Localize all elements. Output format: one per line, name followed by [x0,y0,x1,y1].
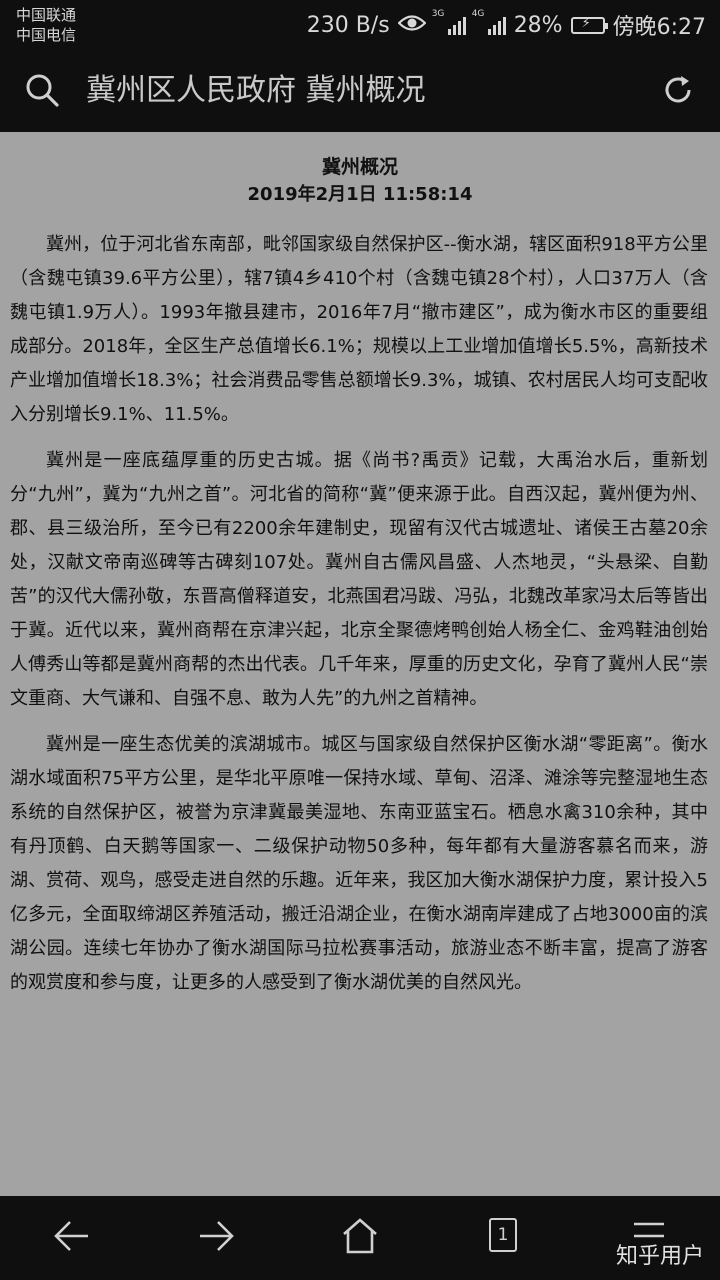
carrier-info: 中国联通 中国电信 [16,5,76,45]
battery-percent: 28% [513,12,563,38]
article-content: 冀州概况 2019年2月1日 11:58:14 冀州，位于河北省东南部，毗邻国家… [0,132,720,1196]
watermark: 知乎用户 [615,1244,704,1269]
battery-charging-icon: ⚡ [570,16,608,34]
article-paragraph: 冀州是一座生态优美的滨湖城市。城区与国家级自然保护区衡水湖“零距离”。衡水湖水域… [10,734,708,993]
browser-toolbar: 冀州区人民政府 冀州概况 [0,50,720,132]
carrier-2: 中国电信 [16,26,77,44]
article-paragraph: 冀州，位于河北省东南部，毗邻国家级自然保护区--衡水湖，辖区面积918平方公里（… [10,234,708,425]
address-bar-title[interactable]: 冀州区人民政府 冀州概况 [86,69,426,113]
forward-arrow-icon[interactable] [196,1216,236,1256]
refresh-icon[interactable] [660,72,696,108]
signal-3g-icon: 3G [432,9,466,35]
article-paragraph: 冀州是一座底蕴厚重的历史古城。据《尚书?禹贡》记载，大禹治水后，重新划分“九州”… [10,450,708,709]
back-arrow-icon[interactable] [52,1216,92,1256]
clock: 傍晚6:27 [612,15,706,40]
browser-nav-bar: 1 知乎用户 [0,1196,720,1280]
eye-icon [397,13,427,38]
article-date: 2019年2月1日 11:58:14 [247,184,473,205]
status-bar: 中国联通 中国电信 230 B/s 3G 4G 28% ⚡ 傍晚6:27 [0,0,720,50]
article-title: 冀州概况 [321,156,398,178]
search-icon[interactable] [24,72,62,110]
status-indicators: 230 B/s 3G 4G 28% ⚡ 傍晚6:27 [307,8,706,42]
home-icon[interactable] [340,1216,380,1256]
net-speed: 230 B/s [306,12,390,38]
signal-4g-icon: 4G [472,9,506,35]
carrier-1: 中国联通 [16,6,77,24]
tabs-button[interactable]: 1 [489,1218,517,1252]
